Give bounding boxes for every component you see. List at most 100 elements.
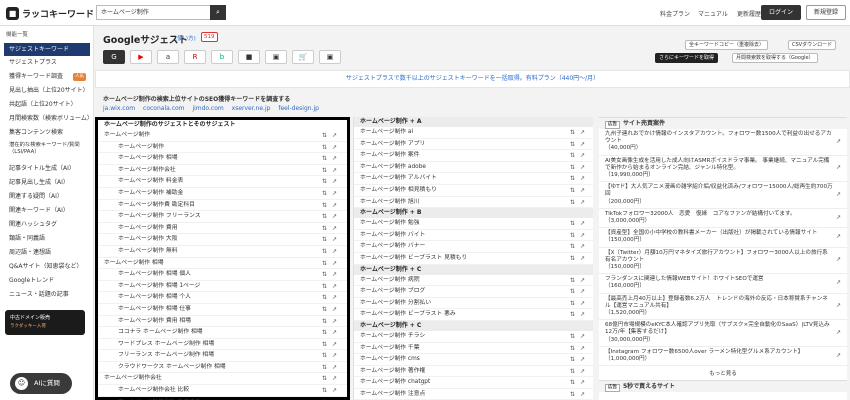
copy-icon[interactable]: ⇅	[322, 246, 327, 257]
external-link-icon[interactable]: ↗	[580, 366, 585, 377]
suggest-row[interactable]: ホームページ制作 相場 个人 ⇅ ↗	[98, 292, 347, 304]
suggest-row[interactable]: ホームページ制作 勉強 ⇅ ↗	[354, 218, 593, 230]
sidebar-item-acquired-keywords[interactable]: 獲得キーワード調査 人気	[4, 70, 90, 83]
site-sale-item[interactable]: AI美女画像生成を活用した成人向けASMRボイスドラマ事業。 事業継続、マニュア…	[599, 156, 847, 183]
suggest-row[interactable]: ホームページ制作 費用 相場 ⇅ ↗	[98, 316, 347, 328]
external-link-icon[interactable]: ↗	[580, 298, 585, 309]
get-more-keywords-button[interactable]: さらにキーワードを取得	[655, 53, 719, 63]
bing-icon[interactable]: b	[211, 50, 233, 64]
search-input[interactable]: ホームページ制作	[96, 5, 226, 20]
suggest-row[interactable]: ホームページ制作 病院 ⇅ ↗	[354, 275, 593, 287]
shopping-icon[interactable]: 🛒	[292, 50, 314, 64]
suggest-row[interactable]: ホームページ制作 分割払い ⇅ ↗	[354, 298, 593, 310]
external-link-icon[interactable]: ↗	[332, 165, 337, 176]
sidebar-item-associations[interactable]: 周辺語・連想語	[4, 246, 90, 259]
external-link-icon[interactable]: ↗	[332, 304, 337, 315]
external-link-icon[interactable]: ↗	[580, 127, 585, 138]
suggest-row[interactable]: ホームページ制作 adobe ⇅ ↗	[354, 162, 593, 174]
external-link-icon[interactable]: ↗	[332, 211, 337, 222]
copy-icon[interactable]: ⇅	[570, 253, 575, 264]
copy-icon[interactable]: ⇅	[570, 298, 575, 309]
site-sale-item[interactable]: 【資産型】全国の小中学校の教科書メーカー（出版社）が掲載されている情報サイト （1…	[599, 228, 847, 248]
copy-icon[interactable]: ⇅	[570, 230, 575, 241]
external-link-icon[interactable]: ↗	[332, 327, 337, 338]
suggest-row[interactable]: ホームページ制作 相場 1ページ ⇅ ↗	[98, 281, 347, 293]
external-link-icon[interactable]: ↗	[332, 176, 337, 187]
external-link-icon[interactable]: ↗	[332, 153, 337, 164]
copy-icon[interactable]: ⇅	[570, 139, 575, 150]
copy-icon[interactable]: ⇅	[322, 165, 327, 176]
top-site-link[interactable]: coconala.com	[143, 105, 184, 112]
copy-icon[interactable]: ⇅	[570, 309, 575, 320]
sidebar-item-title-ai[interactable]: 記事タイトル生成（AI）	[4, 162, 90, 175]
suggest-row[interactable]: ホームページ制作 chatgpt ⇅ ↗	[354, 377, 593, 389]
external-link-icon[interactable]: ↗	[580, 150, 585, 161]
copy-icon[interactable]: ⇅	[570, 354, 575, 365]
copy-icon[interactable]: ⇅	[322, 385, 327, 396]
external-link-icon[interactable]: ↗	[836, 138, 841, 145]
copy-icon[interactable]: ⇅	[322, 176, 327, 187]
external-link-icon[interactable]: ↗	[580, 389, 585, 400]
logo[interactable]: ■ ラッコキーワード	[6, 7, 94, 20]
suggest-row[interactable]: ホームページ制作 ⇅ ↗	[98, 142, 347, 154]
external-link-icon[interactable]: ↗	[332, 142, 337, 153]
site-sale-item[interactable]: 【Instagram フォロワー数6500人over ラーメン特化型グルメ系アカ…	[599, 347, 847, 367]
suggest-row[interactable]: ホームページ制作 バナー ⇅ ↗	[354, 241, 593, 253]
suggest-row[interactable]: ホームページ制作費 勘定科目 ⇅ ↗	[98, 200, 347, 212]
video-icon[interactable]: ■	[238, 50, 260, 64]
sidebar-item-content[interactable]: 集客コンテンツ検索	[4, 126, 90, 139]
external-link-icon[interactable]: ↗	[836, 164, 841, 171]
external-link-icon[interactable]: ↗	[332, 269, 337, 280]
top-site-link[interactable]: feel-design.jp	[278, 105, 319, 112]
copy-icon[interactable]: ⇅	[322, 373, 327, 384]
sidebar-item-volume[interactable]: 月間検索数（検索ボリューム）	[4, 112, 93, 125]
suggest-row[interactable]: ホームページ制作 チラシ ⇅ ↗	[354, 331, 593, 343]
suggest-row[interactable]: ホームページ制作 ⇅ ↗	[98, 130, 347, 142]
sidebar-item-hashtag[interactable]: 関連ハッシュタグ	[4, 218, 90, 231]
copy-icon[interactable]: ⇅	[322, 292, 327, 303]
google-icon[interactable]: G	[103, 50, 125, 64]
suggest-row[interactable]: ホームページ制作 無料 ⇅ ↗	[98, 246, 347, 258]
search-button[interactable]: ⌕	[210, 5, 226, 20]
copy-icon[interactable]: ⇅	[570, 377, 575, 388]
rakuten-icon[interactable]: R	[184, 50, 206, 64]
suggest-row[interactable]: ホームページ制作会社 比較 ⇅ ↗	[98, 385, 347, 397]
external-link-icon[interactable]: ↗	[836, 329, 841, 336]
external-link-icon[interactable]: ↗	[836, 191, 841, 198]
external-link-icon[interactable]: ↗	[332, 362, 337, 373]
nav-pricing[interactable]: 料金プラン	[660, 9, 690, 18]
sidebar-item-news[interactable]: ニュース・話題の記事	[4, 288, 90, 301]
external-link-icon[interactable]: ↗	[332, 339, 337, 350]
copy-icon[interactable]: ⇅	[322, 304, 327, 315]
sidebar-item-heading-ai[interactable]: 記事見出し生成（AI）	[4, 176, 90, 189]
copy-icon[interactable]: ⇅	[322, 258, 327, 269]
external-link-icon[interactable]: ↗	[580, 331, 585, 342]
copy-icon[interactable]: ⇅	[322, 327, 327, 338]
external-link-icon[interactable]: ↗	[332, 130, 337, 141]
see-more-link[interactable]: もっと見る	[599, 366, 847, 380]
news-icon[interactable]: ▣	[319, 50, 341, 64]
sidebar-item-headings[interactable]: 見出し抽出（上位20サイト）	[4, 84, 90, 97]
external-link-icon[interactable]: ↗	[580, 354, 585, 365]
external-link-icon[interactable]: ↗	[332, 397, 337, 400]
monthly-volume-button[interactable]: 月間検索数を取得する（Google）	[732, 53, 818, 63]
external-link-icon[interactable]: ↗	[332, 258, 337, 269]
external-link-icon[interactable]: ↗	[332, 223, 337, 234]
external-link-icon[interactable]: ↗	[580, 253, 585, 264]
suggest-row[interactable]: ホームページ制作 著作権 ⇅ ↗	[354, 366, 593, 378]
sidebar-item-trends[interactable]: Googleトレンド	[4, 274, 90, 287]
suggest-row[interactable]: ホームページ制作 アプリ ⇅ ↗	[354, 139, 593, 151]
external-link-icon[interactable]: ↗	[332, 281, 337, 292]
suggest-row[interactable]: ホームページ制作会社 おすすめ⇅↗	[98, 397, 347, 400]
suggest-row[interactable]: ホームページ制作 案件 ⇅ ↗	[354, 150, 593, 162]
external-link-icon[interactable]: ↗	[580, 241, 585, 252]
suggest-row[interactable]: ホームページ制作 補助金 ⇅ ↗	[98, 188, 347, 200]
amazon-icon[interactable]: a	[157, 50, 179, 64]
copy-icon[interactable]: ⇅	[570, 185, 575, 196]
copy-icon[interactable]: ⇅	[570, 343, 575, 354]
copy-all-button[interactable]: 全キーワードコピー（重複除去）	[685, 40, 769, 50]
external-link-icon[interactable]: ↗	[332, 316, 337, 327]
nav-manual[interactable]: マニュアル	[698, 9, 728, 18]
copy-icon[interactable]: ⇅	[322, 397, 327, 400]
site-sale-item[interactable]: 九州子連れおでかけ情報のインスタアカウント。フォロワー数1500人で利益の出せる…	[599, 129, 847, 156]
